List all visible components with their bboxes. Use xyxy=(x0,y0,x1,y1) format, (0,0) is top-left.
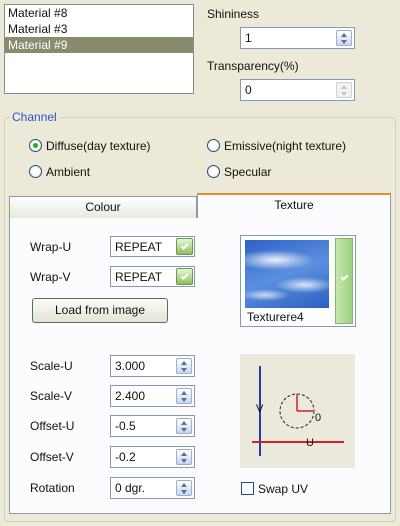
ambient-radio-label[interactable]: Ambient xyxy=(46,165,90,179)
rotation-value: 0 dgr. xyxy=(115,481,146,495)
emissive-radio[interactable] xyxy=(207,139,220,152)
offset-v-label: Offset-V xyxy=(30,450,74,464)
u-axis-label: U xyxy=(306,437,314,449)
transparency-label: Transparency(%) xyxy=(207,59,299,73)
offset-u-spinbox[interactable]: -0.5 xyxy=(110,415,195,437)
ambient-radio[interactable] xyxy=(29,165,42,178)
uv-diagram: V U 0 xyxy=(240,354,355,468)
scale-v-spin-button[interactable] xyxy=(176,388,192,404)
offset-u-spin-button[interactable] xyxy=(176,418,192,434)
wrap-v-dropdown[interactable]: REPEAT xyxy=(110,266,195,287)
shininess-spin-button[interactable] xyxy=(336,30,352,46)
scale-u-spinbox[interactable]: 3.000 xyxy=(110,355,195,377)
transparency-spin-button[interactable] xyxy=(336,82,352,98)
chevron-down-icon xyxy=(340,273,349,281)
swap-uv-label[interactable]: Swap UV xyxy=(258,482,308,496)
wrap-u-value: REPEAT xyxy=(115,240,163,254)
uv-axes-graphic: V U 0 xyxy=(252,366,344,456)
scale-u-label: Scale-U xyxy=(30,359,73,373)
shininess-value: 1 xyxy=(245,31,252,45)
material-list-item-selected[interactable]: Material #9 xyxy=(5,37,193,53)
specular-radio-label[interactable]: Specular xyxy=(224,165,271,179)
transparency-spinbox[interactable]: 0 xyxy=(240,79,355,101)
tab-colour[interactable]: Colour xyxy=(9,196,197,218)
texture-thumbnail xyxy=(245,240,329,308)
transparency-value: 0 xyxy=(245,83,252,97)
emissive-radio-label[interactable]: Emissive(night texture) xyxy=(224,139,346,153)
channel-group-title: Channel xyxy=(10,110,59,124)
wrap-v-label: Wrap-V xyxy=(30,270,71,284)
texture-preview[interactable]: Texturere4 xyxy=(240,235,356,327)
rotation-spin-button[interactable] xyxy=(176,480,192,496)
load-from-image-button[interactable]: Load from image xyxy=(32,298,168,323)
texture-dropdown-button[interactable] xyxy=(335,238,353,324)
diffuse-radio[interactable] xyxy=(29,139,42,152)
scale-u-spin-button[interactable] xyxy=(176,358,192,374)
scale-v-label: Scale-V xyxy=(30,389,73,403)
wrap-v-value: REPEAT xyxy=(115,270,163,284)
swap-uv-checkbox[interactable] xyxy=(241,482,254,495)
shininess-spinbox[interactable]: 1 xyxy=(240,27,355,49)
rotation-spinbox[interactable]: 0 dgr. xyxy=(110,477,195,499)
material-list-item[interactable]: Material #8 xyxy=(5,5,193,21)
scale-v-value: 2.400 xyxy=(115,389,146,403)
v-axis-label: V xyxy=(256,403,264,415)
offset-v-spinbox[interactable]: -0.2 xyxy=(110,446,195,468)
diffuse-radio-label[interactable]: Diffuse(day texture) xyxy=(46,139,151,153)
material-list[interactable]: Material #8 Material #3 Material #9 xyxy=(4,4,194,94)
tab-texture[interactable]: Texture xyxy=(197,193,391,218)
scale-u-value: 3.000 xyxy=(115,359,146,373)
offset-u-value: -0.5 xyxy=(115,419,136,433)
offset-u-label: Offset-U xyxy=(30,419,75,433)
offset-v-value: -0.2 xyxy=(115,450,136,464)
scale-v-spinbox[interactable]: 2.400 xyxy=(110,385,195,407)
material-list-item[interactable]: Material #3 xyxy=(5,21,193,37)
origin-label: 0 xyxy=(315,412,321,424)
chevron-down-icon[interactable] xyxy=(176,238,193,255)
rotation-label: Rotation xyxy=(30,481,75,495)
texture-name: Texturere4 xyxy=(247,310,304,324)
specular-radio[interactable] xyxy=(207,165,220,178)
wrap-u-label: Wrap-U xyxy=(30,240,72,254)
offset-v-spin-button[interactable] xyxy=(176,449,192,465)
chevron-down-icon[interactable] xyxy=(176,268,193,285)
wrap-u-dropdown[interactable]: REPEAT xyxy=(110,236,195,257)
shininess-label: Shininess xyxy=(207,7,260,21)
